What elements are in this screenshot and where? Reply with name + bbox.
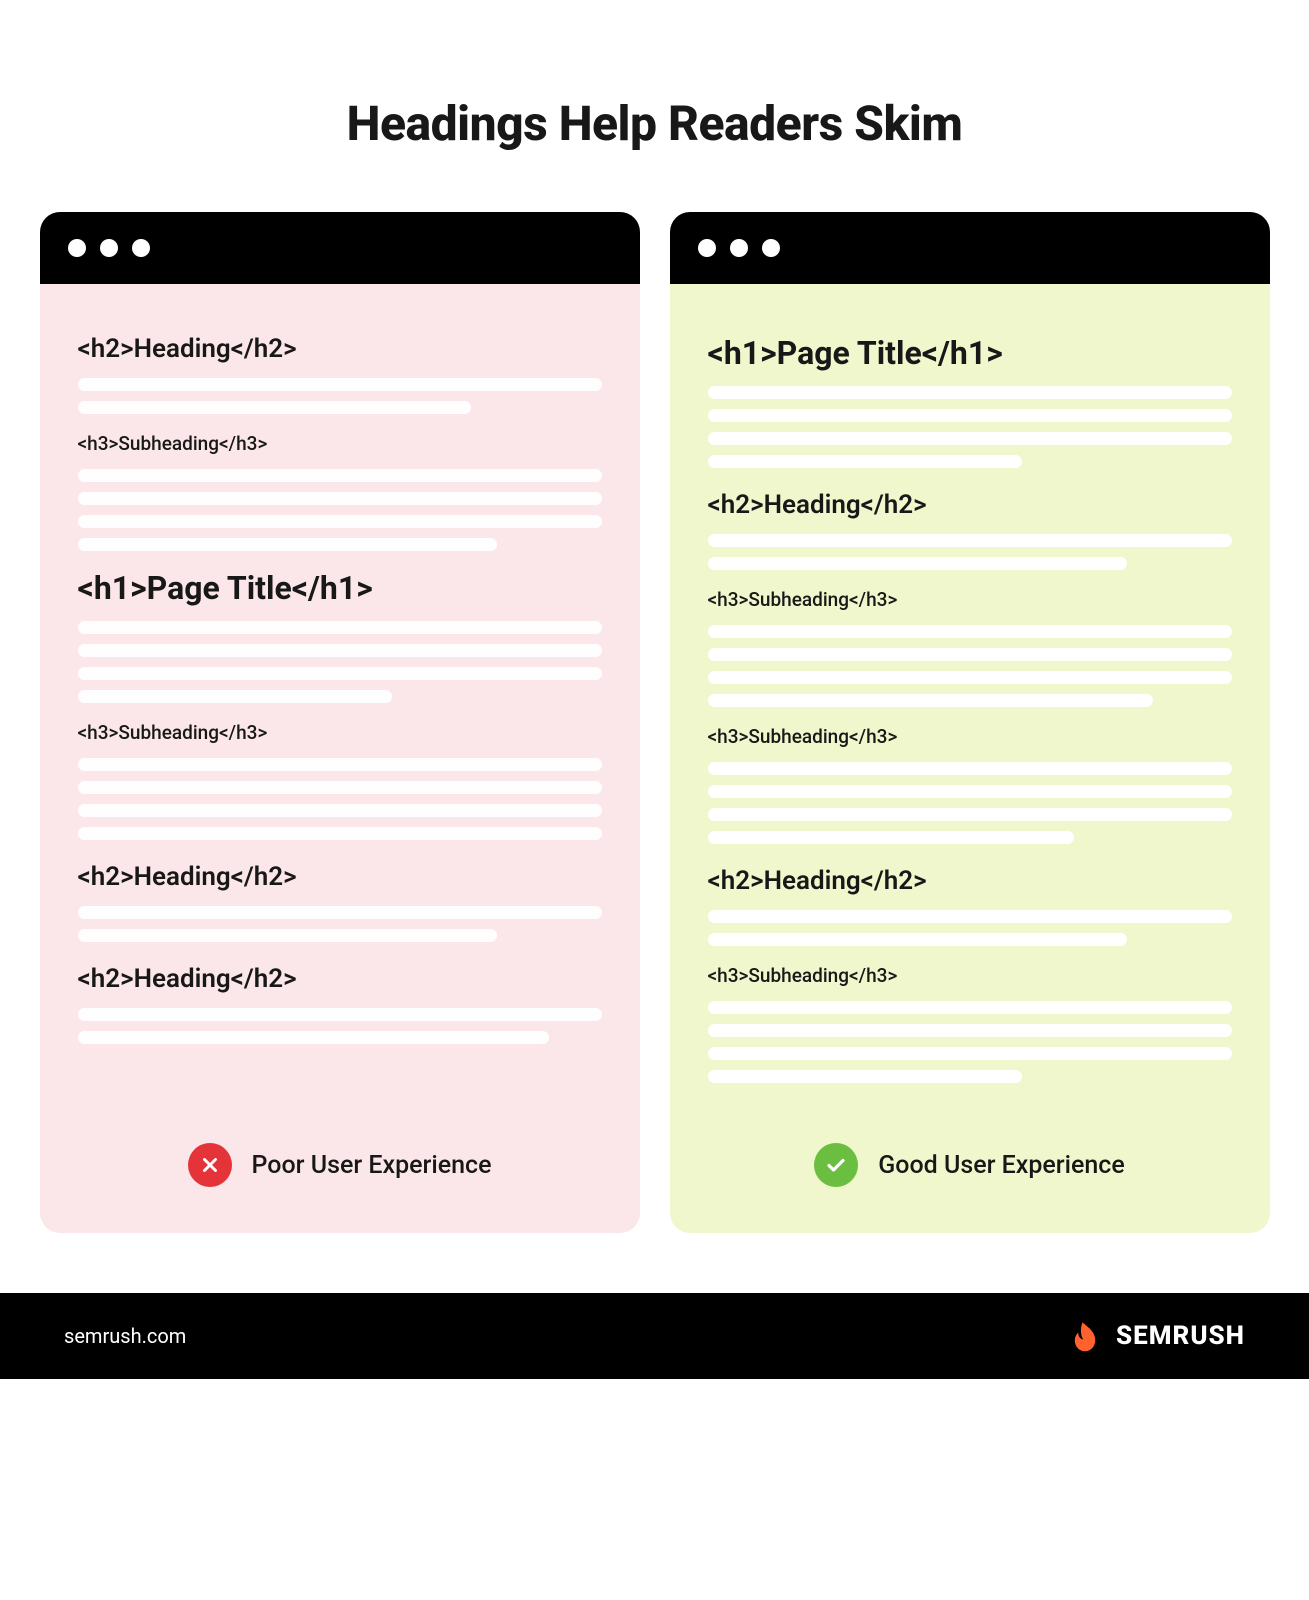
heading-h1: <h1>Page Title</h1>	[708, 334, 1232, 372]
infographic-page: Headings Help Readers Skim <h2>Heading</…	[0, 0, 1309, 1600]
flame-icon	[1068, 1319, 1102, 1353]
panel-caption-row: Good User Experience	[670, 1103, 1270, 1233]
text-placeholder-line	[78, 378, 602, 391]
text-placeholder-line	[78, 929, 497, 942]
text-placeholder-line	[708, 1070, 1022, 1083]
text-placeholder-line	[78, 1031, 550, 1044]
text-placeholder-line	[78, 827, 602, 840]
text-placeholder-line	[708, 785, 1232, 798]
text-placeholder-line	[78, 1008, 602, 1021]
panel-bad: <h2>Heading</h2> <h3>Subheading</h3> <h1>P…	[40, 212, 640, 1233]
text-placeholder-group	[78, 378, 602, 414]
text-placeholder-line	[708, 409, 1232, 422]
window-dot-icon	[762, 239, 780, 257]
browser-titlebar	[40, 212, 640, 284]
text-placeholder-line	[708, 557, 1127, 570]
heading-h2: <h2>Heading</h2>	[78, 334, 602, 364]
text-placeholder-group	[708, 534, 1232, 570]
window-dot-icon	[68, 239, 86, 257]
panel-bad-caption: Poor User Experience	[252, 1151, 492, 1180]
text-placeholder-line	[78, 492, 602, 505]
heading-h2: <h2>Heading</h2>	[78, 964, 602, 994]
text-placeholder-line	[708, 432, 1232, 445]
panel-bad-content: <h2>Heading</h2> <h3>Subheading</h3> <h1>P…	[40, 284, 640, 1103]
browser-titlebar	[670, 212, 1270, 284]
text-placeholder-group	[78, 469, 602, 551]
text-placeholder-group	[78, 906, 602, 942]
heading-h3: <h3>Subheading</h3>	[708, 725, 1232, 748]
text-placeholder-group	[78, 758, 602, 840]
heading-h3: <h3>Subheading</h3>	[708, 964, 1232, 987]
text-placeholder-line	[78, 906, 602, 919]
text-placeholder-line	[708, 386, 1232, 399]
panel-caption-row: Poor User Experience	[40, 1103, 640, 1233]
text-placeholder-line	[708, 808, 1232, 821]
text-placeholder-group	[78, 621, 602, 703]
text-placeholder-line	[708, 455, 1022, 468]
text-placeholder-line	[708, 1024, 1232, 1037]
text-placeholder-line	[708, 1001, 1232, 1014]
text-placeholder-group	[708, 625, 1232, 707]
text-placeholder-line	[78, 804, 602, 817]
comparison-panels: <h2>Heading</h2><h3>Subheading</h3><h1>P…	[0, 212, 1309, 1233]
text-placeholder-line	[708, 910, 1232, 923]
heading-h3: <h3>Subheading</h3>	[708, 588, 1232, 611]
brand: SEMRUSH	[1068, 1319, 1245, 1353]
text-placeholder-line	[78, 401, 471, 414]
text-placeholder-group	[708, 910, 1232, 946]
text-placeholder-line	[708, 625, 1232, 638]
brand-text: SEMRUSH	[1116, 1321, 1245, 1351]
text-placeholder-line	[78, 538, 497, 551]
check-icon	[814, 1143, 858, 1187]
text-placeholder-line	[78, 781, 602, 794]
window-dot-icon	[132, 239, 150, 257]
heading-h2: <h2>Heading</h2>	[708, 866, 1232, 896]
text-placeholder-line	[78, 621, 602, 634]
text-placeholder-line	[78, 469, 602, 482]
text-placeholder-line	[708, 534, 1232, 547]
text-placeholder-line	[708, 1047, 1232, 1060]
text-placeholder-line	[708, 648, 1232, 661]
footer: semrush.com SEMRUSH	[0, 1293, 1309, 1379]
text-placeholder-line	[708, 933, 1127, 946]
window-dot-icon	[730, 239, 748, 257]
text-placeholder-line	[708, 831, 1075, 844]
text-placeholder-line	[78, 758, 602, 771]
text-placeholder-line	[78, 644, 602, 657]
window-dot-icon	[100, 239, 118, 257]
heading-h2: <h2>Heading</h2>	[78, 862, 602, 892]
panel-good: <h1>Page Title</h1> <h2>Heading</h2> <h3>S…	[670, 212, 1270, 1233]
text-placeholder-line	[78, 667, 602, 680]
text-placeholder-line	[78, 690, 392, 703]
text-placeholder-group	[708, 1001, 1232, 1083]
page-title: Headings Help Readers Skim	[0, 95, 1309, 152]
heading-h1: <h1>Page Title</h1>	[78, 569, 602, 607]
cross-icon	[188, 1143, 232, 1187]
text-placeholder-line	[708, 762, 1232, 775]
panel-good-caption: Good User Experience	[878, 1151, 1124, 1180]
text-placeholder-line	[708, 694, 1153, 707]
window-dot-icon	[698, 239, 716, 257]
heading-h2: <h2>Heading</h2>	[708, 490, 1232, 520]
footer-site: semrush.com	[64, 1324, 186, 1348]
text-placeholder-line	[78, 515, 602, 528]
heading-h3: <h3>Subheading</h3>	[78, 432, 602, 455]
text-placeholder-group	[708, 762, 1232, 844]
heading-h3: <h3>Subheading</h3>	[78, 721, 602, 744]
text-placeholder-line	[708, 671, 1232, 684]
panel-good-content: <h1>Page Title</h1> <h2>Heading</h2> <h3>S…	[670, 284, 1270, 1103]
text-placeholder-group	[708, 386, 1232, 468]
text-placeholder-group	[78, 1008, 602, 1044]
